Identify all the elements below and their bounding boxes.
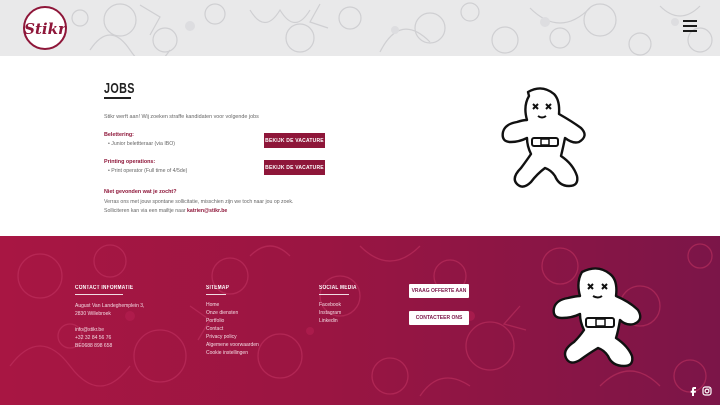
mascot-illustration	[501, 87, 586, 188]
svg-text:Stikr: Stikr	[24, 20, 67, 38]
sitemap-link-privacy-policy[interactable]: Privacy policy	[206, 334, 237, 340]
contact-phone-link[interactable]: +32 32 84 56 76	[75, 335, 111, 341]
social-link-linkedin[interactable]: Linkedin	[319, 318, 338, 324]
social-link-instagram[interactable]: Instagram	[319, 310, 341, 316]
contact-heading-underline	[75, 294, 123, 295]
social-heading-underline	[319, 294, 349, 295]
view-vacancy-button-printing[interactable]: BEKIJK DE VACATURE	[264, 160, 325, 175]
contact-address-line-1: August Van Landeghemplein 3,	[75, 303, 145, 309]
sitemap-link-cookie-instellingen[interactable]: Cookie instellingen	[206, 350, 248, 356]
page-title: JOBS	[104, 80, 135, 97]
jobs-section: JOBS Stikr werft aan! Wij zoeken straffe…	[0, 56, 720, 236]
sitemap-heading: SITEMAP	[206, 285, 230, 291]
sitemap-link-contact[interactable]: Contact	[206, 326, 223, 332]
mascot-illustration-footer	[552, 267, 642, 368]
category-label-printing: Printing operations:	[104, 159, 156, 165]
doodle-pattern-background	[71, 2, 713, 56]
not-found-mail-text: Solliciteren kan via een mailtje naar ka…	[104, 208, 228, 214]
job-item-junior-beletteraar: • Junior belettteraar (via IBO)	[108, 141, 175, 147]
contact-email-link[interactable]: info@stikr.be	[75, 327, 104, 333]
site-footer: CONTACT INFORMATIE August Van Landeghemp…	[0, 236, 720, 405]
instagram-icon[interactable]	[702, 386, 712, 396]
hamburger-menu-icon[interactable]	[683, 20, 697, 32]
sitemap-link-home[interactable]: Home	[206, 302, 219, 308]
job-item-print-operator: • Print operator (Full time of 4/5de)	[108, 168, 188, 174]
site-header: Stikr	[0, 0, 720, 56]
stikr-logo[interactable]: Stikr	[22, 5, 68, 51]
sitemap-link-algemene-voorwaarden[interactable]: Algemene voorwaarden	[206, 342, 259, 348]
sitemap-link-onze-diensten[interactable]: Onze diensten	[206, 310, 238, 316]
category-label-belettering: Belettering:	[104, 132, 134, 138]
contact-vat-number: BE0688 898 658	[75, 343, 113, 349]
contact-address-line-2: 2830 Willebroek	[75, 311, 111, 317]
sitemap-heading-underline	[206, 294, 226, 295]
not-found-text: Verras ons met jouw spontane sollicitati…	[104, 199, 294, 205]
view-vacancy-button-belettering[interactable]: BEKIJK DE VACATURE	[264, 133, 325, 148]
sitemap-link-portfolio[interactable]: Portfolio	[206, 318, 224, 324]
social-heading: SOCIAL MEDIA	[319, 285, 357, 291]
contact-us-button[interactable]: CONTACTEER ONS	[409, 311, 469, 325]
not-found-title: Niet gevonden wat je zocht?	[104, 189, 177, 195]
social-link-facebook[interactable]: Facebook	[319, 302, 341, 308]
jobs-intro: Stikr werft aan! Wij zoeken straffe kand…	[104, 114, 259, 120]
facebook-icon[interactable]	[688, 386, 698, 396]
title-underline	[104, 97, 131, 99]
request-quote-button[interactable]: VRAAG OFFERTE AAN	[409, 284, 469, 298]
email-link[interactable]: katrien@stikr.be	[187, 208, 227, 214]
contact-heading: CONTACT INFORMATIE	[75, 285, 134, 291]
